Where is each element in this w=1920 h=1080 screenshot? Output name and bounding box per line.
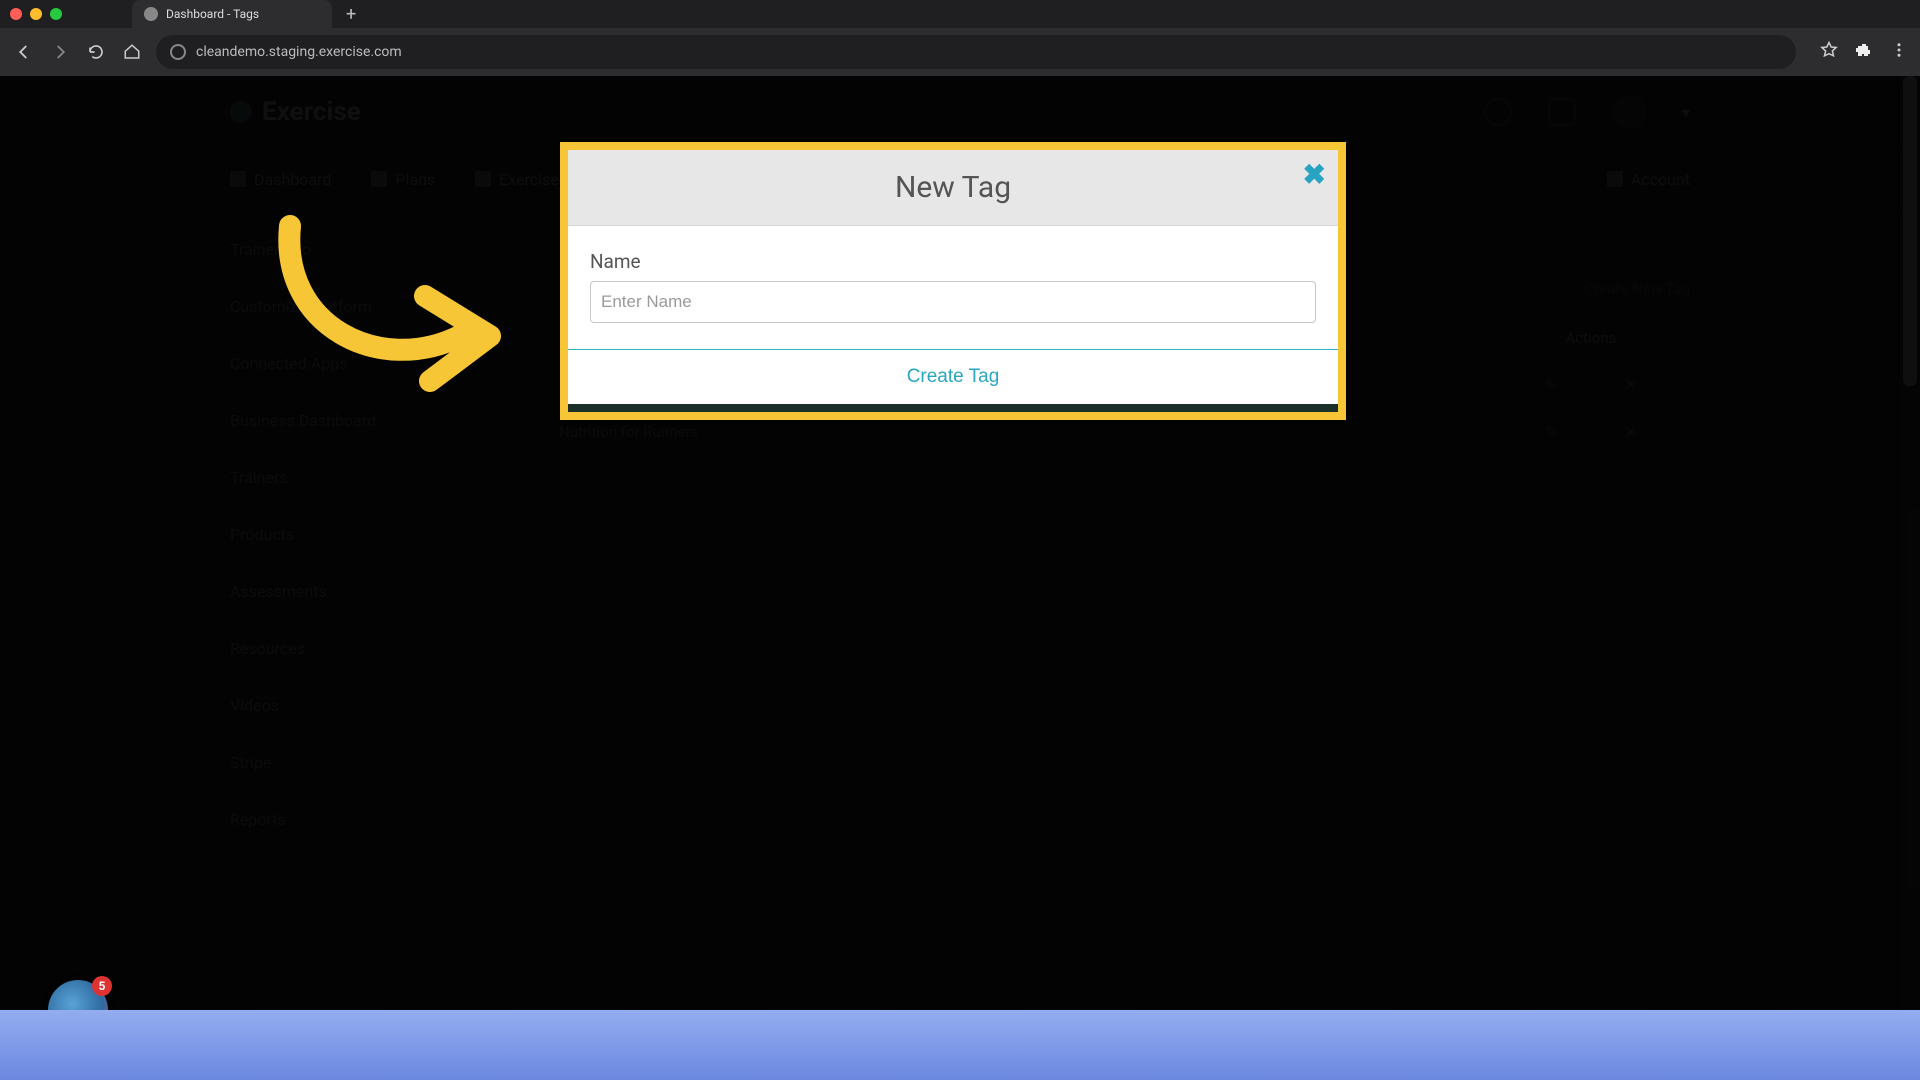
- modal-title: New Tag: [895, 170, 1011, 205]
- tab-favicon-icon: [144, 7, 158, 21]
- widget-badge: 5: [92, 976, 112, 996]
- site-info-icon: [170, 44, 186, 60]
- menu-icon[interactable]: [1890, 41, 1908, 63]
- back-button[interactable]: [12, 40, 36, 64]
- address-row: cleandemo.staging.exercise.com: [0, 28, 1920, 76]
- modal-header: New Tag ✖: [568, 150, 1338, 226]
- new-tab-button[interactable]: +: [346, 4, 356, 25]
- window-minimize-button[interactable]: [30, 8, 42, 20]
- browser-chrome: Dashboard - Tags + cleandemo.staging.exe…: [0, 0, 1920, 76]
- extensions-icon[interactable]: [1854, 40, 1874, 64]
- star-icon[interactable]: [1820, 41, 1838, 63]
- window-maximize-button[interactable]: [50, 8, 62, 20]
- tab-title: Dashboard - Tags: [166, 7, 259, 21]
- modal-highlight-wrap: New Tag ✖ Name Create Tag: [560, 142, 1346, 420]
- url-text: cleandemo.staging.exercise.com: [196, 44, 402, 60]
- name-input[interactable]: [590, 281, 1316, 323]
- page: Exercise ▾ Dashboard Plans Exercises Cli…: [0, 76, 1920, 1080]
- home-button[interactable]: [120, 40, 144, 64]
- reload-button[interactable]: [84, 40, 108, 64]
- window-controls: [10, 8, 62, 20]
- name-label: Name: [590, 250, 1316, 273]
- bottom-bar: [0, 1010, 1920, 1080]
- tab-strip: Dashboard - Tags +: [0, 0, 1920, 28]
- create-tag-button[interactable]: Create Tag: [907, 366, 1000, 388]
- browser-tab[interactable]: Dashboard - Tags: [132, 0, 332, 28]
- modal-bottom-strip: [568, 404, 1338, 412]
- new-tag-modal: New Tag ✖ Name Create Tag: [568, 150, 1338, 412]
- close-icon[interactable]: ✖: [1303, 158, 1326, 191]
- forward-button[interactable]: [48, 40, 72, 64]
- window-close-button[interactable]: [10, 8, 22, 20]
- address-bar[interactable]: cleandemo.staging.exercise.com: [156, 35, 1796, 69]
